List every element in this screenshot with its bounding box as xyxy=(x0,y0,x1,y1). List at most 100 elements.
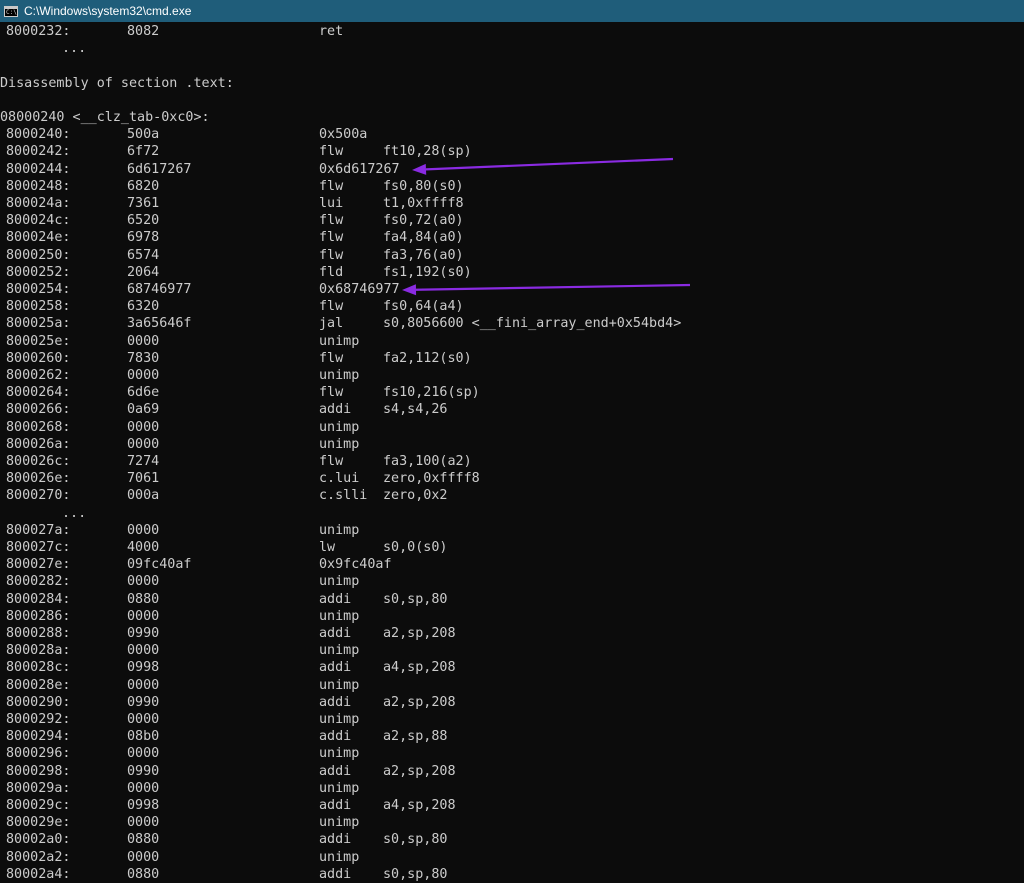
line-mnemonic: fld xyxy=(319,264,344,280)
line-address: 800024e: xyxy=(6,230,71,246)
line-opcode-hex: 68746977 xyxy=(127,282,192,297)
disassembly-line: 800029e: 0000 unimp xyxy=(0,814,1024,831)
disassembly-line: 800027c: 4000 lw s0,0(s0) xyxy=(0,539,1024,556)
line-opcode-hex: 4000 xyxy=(127,540,160,555)
line-address: 8000268: xyxy=(6,419,71,435)
line-address: 80002a0: xyxy=(6,832,71,848)
disassembly-line: 8000254: 68746977 0x68746977 xyxy=(0,281,1024,298)
section-header-line: 08000240 <__clz_tab-0xc0>: xyxy=(0,109,1024,126)
line-mnemonic: unimp xyxy=(319,419,360,435)
disassembly-line: 8000260: 7830 flw fa2,112(s0) xyxy=(0,350,1024,367)
line-opcode-hex: 0000 xyxy=(127,712,160,727)
line-mnemonic: unimp xyxy=(319,643,360,659)
line-address: 8000258: xyxy=(6,299,71,315)
disassembly-line: 8000288: 0990 addi a2,sp,208 xyxy=(0,625,1024,642)
line-mnemonic: unimp xyxy=(319,815,360,831)
line-address: 8000292: xyxy=(6,712,71,727)
disassembly-line: 800028e: 0000 unimp xyxy=(0,677,1024,694)
line-mnemonic: flw xyxy=(319,454,344,469)
line-opcode-hex: 6574 xyxy=(127,247,160,263)
line-mnemonic: unimp xyxy=(319,333,360,349)
line-address: 800025e: xyxy=(6,333,71,349)
line-opcode-hex: 0000 xyxy=(127,643,160,659)
line-address: 8000298: xyxy=(6,763,71,779)
line-address: 800028e: xyxy=(6,677,71,693)
line-opcode-hex: 0990 xyxy=(127,694,160,710)
ellipsis-text: ... xyxy=(62,41,87,57)
title-bar[interactable]: C:\ C:\Windows\system32\cmd.exe xyxy=(0,0,1024,22)
disassembly-line: 8000286: 0000 unimp xyxy=(0,608,1024,625)
disassembly-line: 8000252: 2064 fld fs1,192(s0) xyxy=(0,264,1024,281)
disassembly-line: 8000262: 0000 unimp xyxy=(0,367,1024,384)
cmd-app-icon[interactable]: C:\ xyxy=(4,5,18,17)
line-operands: a4,sp,208 xyxy=(383,660,456,676)
disassembly-line: 800029c: 0998 addi a4,sp,208 xyxy=(0,797,1024,814)
line-opcode-hex: 0000 xyxy=(127,849,160,865)
section-header-text: Disassembly of section .text: xyxy=(0,75,234,91)
line-opcode-hex: 000a xyxy=(127,488,160,504)
line-operands: ft10,28(sp) xyxy=(383,144,472,160)
line-opcode-hex: 6d6e xyxy=(127,385,160,401)
line-address: 8000264: xyxy=(6,385,71,401)
line-mnemonic: lw xyxy=(319,540,336,555)
line-operands: s0,8056600 <__fini_array_end+0x54bd4> xyxy=(383,316,682,332)
line-address: 800029a: xyxy=(6,780,71,796)
disassembly-line: 80002a2: 0000 unimp xyxy=(0,849,1024,866)
line-mnemonic: addi xyxy=(319,729,352,745)
disassembly-line: 800027e: 09fc40af 0x9fc40af xyxy=(0,556,1024,573)
cmd-app-icon-label: C:\ xyxy=(6,8,17,16)
line-operands: s0,sp,80 xyxy=(383,866,448,882)
line-mnemonic: flw xyxy=(319,350,344,366)
line-opcode-hex: 0998 xyxy=(127,660,160,676)
line-opcode-hex: 0000 xyxy=(127,368,160,383)
line-opcode-hex: 08b0 xyxy=(127,729,160,745)
line-mnemonic: addi xyxy=(319,798,352,813)
line-opcode-hex: 6820 xyxy=(127,178,160,194)
line-opcode-hex: 0000 xyxy=(127,677,160,693)
line-operands: a2,sp,208 xyxy=(383,694,456,710)
line-mnemonic: 0x500a xyxy=(319,127,368,143)
disassembly-line: 80002a0: 0880 addi s0,sp,80 xyxy=(0,831,1024,848)
line-mnemonic: addi xyxy=(319,626,352,641)
line-address: 800024a: xyxy=(6,196,71,211)
line-opcode-hex: 6320 xyxy=(127,299,160,315)
line-mnemonic: flw xyxy=(319,385,344,401)
line-opcode-hex: 6f72 xyxy=(127,144,160,160)
line-address: 800028a: xyxy=(6,643,71,659)
line-mnemonic: lui xyxy=(319,196,344,211)
cmd-window: C:\ C:\Windows\system32\cmd.exe 8000232:… xyxy=(0,0,1024,883)
line-operands: t1,0xffff8 xyxy=(383,196,464,211)
line-opcode-hex: 7361 xyxy=(127,196,160,211)
line-operands: fa4,84(a0) xyxy=(383,230,464,246)
line-address: 8000262: xyxy=(6,368,71,383)
line-mnemonic: flw xyxy=(319,144,344,160)
line-mnemonic: flw xyxy=(319,299,344,315)
line-mnemonic: 0x9fc40af xyxy=(319,557,392,573)
line-mnemonic: flw xyxy=(319,178,344,194)
line-mnemonic: unimp xyxy=(319,436,360,452)
ellipsis-line: ... xyxy=(0,40,1024,57)
line-operands: s0,sp,80 xyxy=(383,591,448,607)
disassembly-line: 800025e: 0000 unimp xyxy=(0,333,1024,350)
line-opcode-hex: 7274 xyxy=(127,454,160,469)
disassembly-line: 8000242: 6f72 flw ft10,28(sp) xyxy=(0,143,1024,160)
line-mnemonic: flw xyxy=(319,213,344,229)
line-opcode-hex: 0998 xyxy=(127,798,160,813)
line-address: 800024c: xyxy=(6,213,71,229)
line-operands: fa3,100(a2) xyxy=(383,454,472,469)
line-mnemonic: addi xyxy=(319,832,352,848)
line-address: 800027e: xyxy=(6,557,71,573)
ellipsis-line: ... xyxy=(0,505,1024,522)
line-mnemonic: unimp xyxy=(319,677,360,693)
line-mnemonic: addi xyxy=(319,660,352,676)
line-address: 8000282: xyxy=(6,574,71,590)
line-mnemonic: addi xyxy=(319,763,352,779)
line-opcode-hex: 0000 xyxy=(127,746,160,762)
disassembly-line: 800028a: 0000 unimp xyxy=(0,642,1024,659)
disassembly-line: 8000282: 0000 unimp xyxy=(0,573,1024,590)
disassembly-line: 800028c: 0998 addi a4,sp,208 xyxy=(0,659,1024,676)
console-output[interactable]: 8000232: 8082 ret... Disassembly of section… xyxy=(0,22,1024,883)
line-address: 800028c: xyxy=(6,660,71,676)
line-address: 8000250: xyxy=(6,247,71,263)
